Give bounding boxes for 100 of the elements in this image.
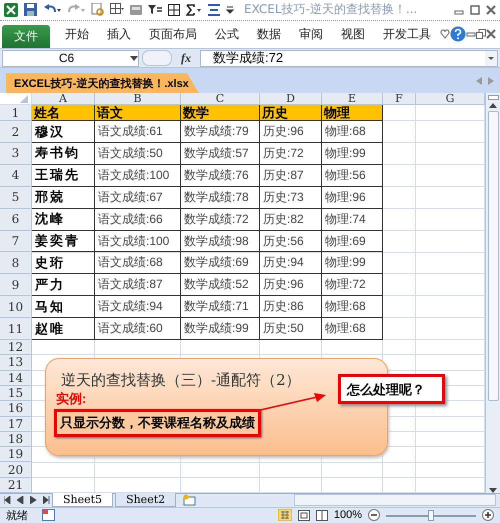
row-number[interactable]: 7 xyxy=(0,230,32,252)
table-cell: 数学成绩:76 xyxy=(181,164,260,187)
row-number[interactable]: 6 xyxy=(0,208,32,231)
calculator-icon[interactable] xyxy=(130,4,142,16)
ribbon-tab[interactable]: 页面布局 xyxy=(140,23,206,46)
page-layout-icon[interactable] xyxy=(298,510,310,521)
row-number[interactable]: 13 xyxy=(0,355,32,371)
row-number[interactable]: 17 xyxy=(0,416,32,432)
row-number[interactable]: 19 xyxy=(0,447,32,462)
table-cell: 语文成绩:50 xyxy=(95,143,181,165)
column-header[interactable]: E xyxy=(322,93,383,106)
column-header[interactable]: A xyxy=(32,93,95,106)
zoom-out-icon[interactable] xyxy=(368,509,380,522)
workbook-tab[interactable]: EXCEL技巧-逆天的查找替换！.xlsx xyxy=(6,73,199,94)
normal-view-icon[interactable] xyxy=(278,509,292,522)
filter-icon[interactable] xyxy=(148,4,162,16)
split-handle-icon[interactable] xyxy=(488,95,498,100)
ribbon-tab[interactable]: 视图 xyxy=(332,23,374,46)
ribbon-tab[interactable]: 公式 xyxy=(206,23,248,46)
resize-handle[interactable] xyxy=(142,50,172,66)
table-cell: 历史:50 xyxy=(260,318,322,340)
table-cell: 历史:96 xyxy=(260,121,322,143)
table-cell: 数学成绩:79 xyxy=(181,121,260,143)
table-cell: 物理:68 xyxy=(322,121,383,143)
excel-logo-icon[interactable] xyxy=(4,2,18,17)
restore-icon[interactable] xyxy=(476,29,486,40)
row-number[interactable]: 12 xyxy=(0,340,32,356)
column-header[interactable]: C xyxy=(181,93,260,106)
next-sheet-icon[interactable] xyxy=(30,496,37,504)
row-number[interactable]: 9 xyxy=(0,274,32,296)
table-cell: 语文成绩:60 xyxy=(95,318,181,340)
help-icon[interactable] xyxy=(450,26,466,42)
heart-icon[interactable] xyxy=(440,29,450,40)
zoom-in-icon[interactable] xyxy=(482,509,494,522)
table-cell: 物理:99 xyxy=(322,143,383,165)
borders-icon[interactable] xyxy=(168,4,180,16)
scroll-up-icon[interactable] xyxy=(489,103,497,108)
table-cell: 物理:69 xyxy=(322,230,383,252)
row-number[interactable]: 8 xyxy=(0,252,32,274)
column-header[interactable]: G xyxy=(416,93,485,106)
column-header[interactable]: F xyxy=(383,93,416,106)
row-number[interactable]: 10 xyxy=(0,296,32,318)
table-cell: 马知 xyxy=(32,296,95,318)
row-number[interactable]: 20 xyxy=(0,462,32,478)
row-number[interactable]: 16 xyxy=(0,401,32,416)
maximize-icon[interactable] xyxy=(470,4,480,15)
column-header[interactable]: D xyxy=(260,93,322,106)
table-cell: 数学成绩:69 xyxy=(181,252,260,274)
callout-box[interactable]: 怎么处理呢？ xyxy=(338,374,445,404)
sheet-tab[interactable]: Sheet5 xyxy=(52,493,114,508)
table-cell: 语文成绩:61 xyxy=(95,121,181,143)
page-break-icon[interactable] xyxy=(316,510,328,521)
shape-title: 逆天的查找替换（三）-通配符（2） xyxy=(61,371,301,390)
customize-icon[interactable] xyxy=(226,4,234,16)
table-icon[interactable] xyxy=(110,3,124,16)
row-number[interactable]: 15 xyxy=(0,386,32,402)
print-preview-icon[interactable] xyxy=(91,3,104,16)
last-sheet-icon[interactable] xyxy=(43,496,50,504)
row-number[interactable]: 1 xyxy=(0,105,32,122)
new-sheet-icon[interactable] xyxy=(182,494,198,506)
zoom-level[interactable]: 100% xyxy=(334,509,362,522)
table-cell: 历史:94 xyxy=(260,252,322,274)
formula-field[interactable]: 数学成绩:72 xyxy=(200,50,498,67)
horizontal-scrollbar[interactable] xyxy=(294,494,496,506)
row-number[interactable]: 21 xyxy=(0,478,32,493)
column-header[interactable]: B xyxy=(95,93,181,106)
row-number[interactable]: 5 xyxy=(0,186,32,209)
table-cell: 数学成绩:98 xyxy=(181,230,260,252)
insert-function-button[interactable]: fx xyxy=(175,50,197,66)
ribbon-tab[interactable]: 开始 xyxy=(56,23,98,46)
row-number[interactable]: 18 xyxy=(0,432,32,448)
align-icon[interactable] xyxy=(208,4,220,16)
ribbon-tab[interactable]: 插入 xyxy=(98,23,140,46)
row-number[interactable]: 11 xyxy=(0,318,32,340)
instruction-box[interactable]: 只显示分数，不要课程名称及成绩 xyxy=(54,409,261,438)
row-number[interactable]: 4 xyxy=(0,164,32,187)
expand-icon[interactable] xyxy=(485,50,497,66)
scroll-thumb[interactable] xyxy=(488,111,498,402)
first-sheet-icon[interactable] xyxy=(4,496,11,504)
table-cell: 邢兢 xyxy=(32,186,95,209)
zoom-slider-thumb[interactable] xyxy=(428,510,434,521)
ribbon-tab[interactable]: 数据 xyxy=(248,23,290,46)
sum-icon[interactable] xyxy=(186,4,202,16)
header-cell: 物理 xyxy=(322,105,383,122)
ribbon-tab[interactable]: 审阅 xyxy=(290,23,332,46)
file-tab[interactable]: 文件 xyxy=(2,24,50,48)
dropdown-caret-icon[interactable] xyxy=(130,56,138,61)
table-cell: 物理:96 xyxy=(322,186,383,209)
macro-record-icon[interactable] xyxy=(42,509,55,522)
window-title: EXCEL技巧-逆天的查找替换！... xyxy=(244,1,418,18)
ribbon-tab[interactable]: 开发工具 xyxy=(374,23,440,46)
row-number[interactable]: 2 xyxy=(0,121,32,143)
name-box[interactable]: C6 xyxy=(2,50,139,67)
sheet-tab[interactable]: Sheet2 xyxy=(115,493,176,508)
row-number[interactable]: 14 xyxy=(0,370,32,386)
close-icon[interactable] xyxy=(486,4,496,15)
save-icon[interactable] xyxy=(24,3,37,16)
close-icon[interactable] xyxy=(486,29,496,40)
row-number[interactable]: 3 xyxy=(0,143,32,165)
previous-sheet-icon[interactable] xyxy=(17,496,24,504)
